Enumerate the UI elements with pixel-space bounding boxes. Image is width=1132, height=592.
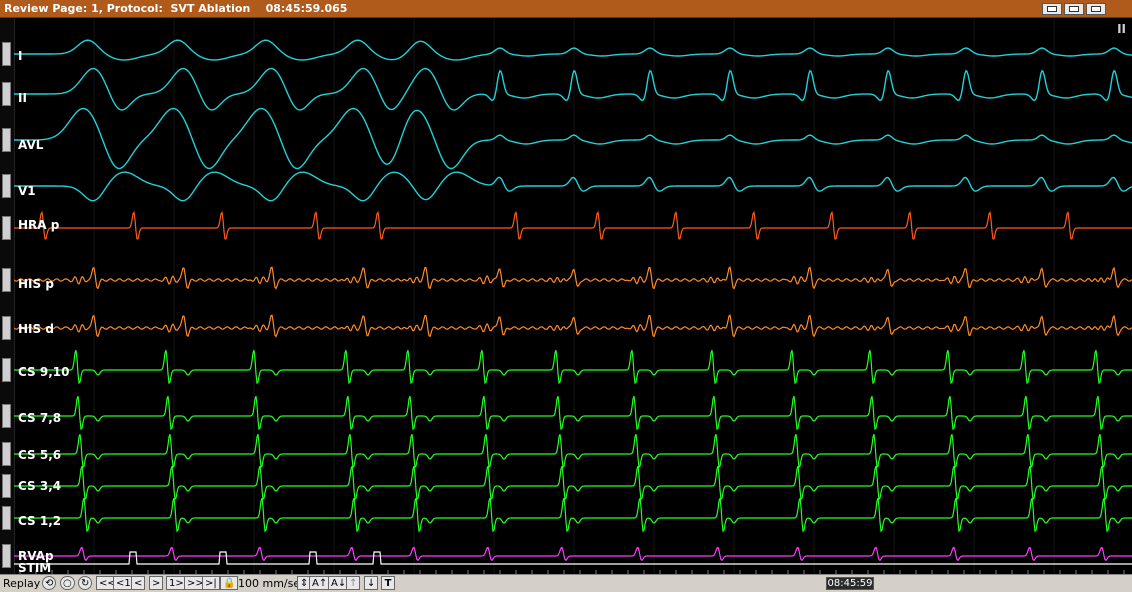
channel-drag-handle[interactable]	[2, 544, 11, 568]
channel-drag-handle[interactable]	[2, 268, 11, 292]
maximize-button[interactable]	[1086, 3, 1106, 15]
channel-drag-handle[interactable]	[2, 404, 11, 428]
title-bar: Review Page: 1, Protocol: SVT Ablation 0…	[0, 0, 1132, 18]
minimize-button[interactable]	[1042, 3, 1062, 15]
trace-his-d	[14, 314, 1132, 338]
channel-label: CS 7,8	[18, 411, 62, 425]
next-button[interactable]: >	[149, 576, 164, 590]
channel-drag-handle[interactable]	[2, 174, 11, 198]
time-readout: 08:45:59	[826, 577, 874, 590]
channel-label: CS 5,6	[18, 448, 62, 462]
window-controls	[1042, 3, 1106, 15]
channel-label: HRA p	[18, 218, 60, 232]
arrow-down-icon[interactable]: ↓	[364, 576, 379, 590]
channel-label: HIS p	[18, 277, 54, 291]
trace-his-p	[14, 266, 1132, 290]
channel-label: V1	[18, 184, 36, 198]
zoom-icon[interactable]: ○	[60, 576, 75, 590]
channel-handles	[0, 18, 15, 574]
playback-toolbar: Replay ⟲ ○ ↻ << <1 < > 1> >> >| 🔒 100 mm…	[0, 574, 1132, 592]
replay-icon[interactable]: ⟲	[42, 576, 57, 590]
trace-v1	[14, 171, 1132, 202]
restore-button[interactable]	[1064, 3, 1084, 15]
t-button[interactable]: T	[381, 576, 395, 590]
end-button[interactable]: >|	[202, 576, 220, 590]
channel-drag-handle[interactable]	[2, 506, 11, 530]
trace-ii	[14, 67, 1132, 111]
trace-cs-5-6	[14, 433, 1132, 469]
channel-label: HIS d	[18, 322, 54, 336]
channel-label: CS 9,10	[18, 365, 70, 379]
ecg-waveform-area	[14, 18, 1132, 574]
channel-drag-handle[interactable]	[2, 316, 11, 340]
channel-drag-handle[interactable]	[2, 216, 11, 240]
trace-cs-3-4	[14, 465, 1132, 501]
channel-drag-handle[interactable]	[2, 42, 11, 66]
trace-i	[14, 39, 1132, 61]
minimize-icon	[1047, 6, 1057, 12]
channel-drag-handle[interactable]	[2, 128, 11, 152]
trace-avl	[14, 107, 1132, 170]
replay-label: Replay	[3, 576, 41, 590]
speed-selector[interactable]: 100 mm/sec	[238, 576, 306, 590]
channel-label: CS 1,2	[18, 514, 62, 528]
trace-hra-p	[14, 210, 1132, 240]
channel-drag-handle[interactable]	[2, 358, 11, 382]
channel-drag-handle[interactable]	[2, 442, 11, 466]
channel-label: AVL	[18, 138, 44, 152]
channel-drag-handle[interactable]	[2, 82, 11, 106]
channel-label: STIM	[18, 561, 52, 575]
restore-icon	[1069, 6, 1079, 12]
trace-cs-9-10	[14, 349, 1132, 385]
cycle-icon[interactable]: ↻	[78, 576, 93, 590]
arrow-up-icon[interactable]: ↑	[346, 576, 361, 590]
channel-label: I	[18, 49, 23, 63]
window-title: Review Page: 1, Protocol: SVT Ablation 0…	[4, 2, 348, 15]
lock-icon[interactable]: 🔒	[220, 576, 239, 590]
trace-stim	[14, 551, 1132, 565]
channel-label: CS 3,4	[18, 479, 62, 493]
trace-cs-1-2	[14, 497, 1132, 533]
trace-cs-7-8	[14, 395, 1132, 431]
channel-label: II	[18, 91, 27, 105]
trace-rvap	[14, 546, 1132, 562]
channel-drag-handle[interactable]	[2, 474, 11, 498]
maximize-icon	[1091, 6, 1101, 12]
previous-button[interactable]: <	[131, 576, 146, 590]
